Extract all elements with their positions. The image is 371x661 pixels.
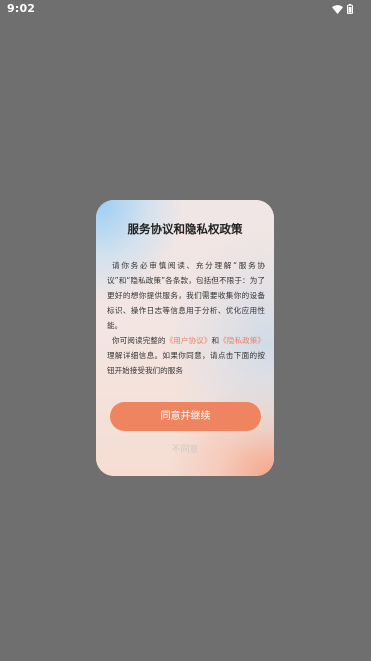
wifi-icon bbox=[332, 4, 343, 14]
battery-icon bbox=[347, 4, 353, 14]
agreement-text-suffix: 理解详细信息。如果你同意，请点击下面的按钮开始接受我们的服务 bbox=[107, 351, 265, 375]
dialog-title: 服务协议和隐私权政策 bbox=[127, 222, 243, 236]
dialog-body: 请你务必审慎阅读、充分理解“服务协议”和“隐私政策”各条款，包括但不限于：为了更… bbox=[107, 258, 265, 378]
status-icons bbox=[332, 3, 353, 15]
agreement-text-and: 和 bbox=[211, 336, 220, 345]
status-bar: 9:02 bbox=[0, 0, 371, 18]
agreement-text-prefix: 你可阅读完整的 bbox=[112, 336, 166, 345]
user-agreement-link[interactable]: 《用户协议》 bbox=[166, 336, 212, 345]
status-time: 9:02 bbox=[7, 2, 36, 15]
privacy-policy-link[interactable]: 《隐私政策》 bbox=[219, 336, 265, 345]
agree-and-continue-button[interactable]: 同意并继续 bbox=[110, 402, 261, 431]
privacy-agreement-dialog: 服务协议和隐私权政策 请你务必审慎阅读、充分理解“服务协议”和“隐私政策”各条款… bbox=[96, 200, 274, 476]
agreement-paragraph: 请你务必审慎阅读、充分理解“服务协议”和“隐私政策”各条款，包括但不限于：为了更… bbox=[107, 261, 265, 330]
disagree-button[interactable]: 不同意 bbox=[96, 444, 274, 456]
agreement-links-paragraph: 你可阅读完整的《用户协议》和《隐私政策》理解详细信息。如果你同意，请点击下面的按… bbox=[107, 333, 265, 378]
